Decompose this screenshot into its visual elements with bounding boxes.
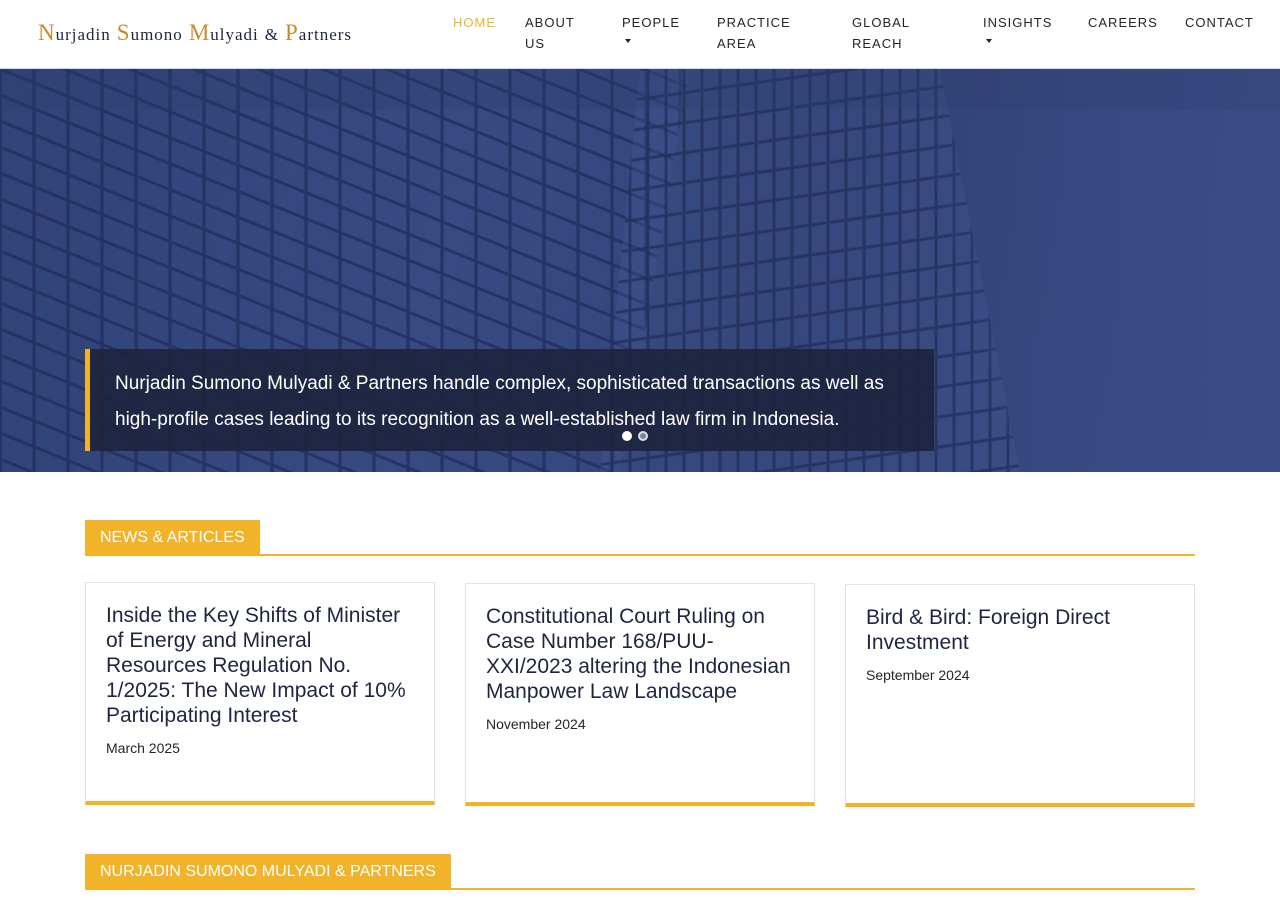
nav-global-reach[interactable]: GLOBAL REACH [852,12,910,54]
news-section-title: NEWS & ARTICLES [85,520,260,554]
article-date: November 2024 [486,716,586,732]
article-title[interactable]: Inside the Key Shifts of Minister of Ene… [106,603,414,728]
article-date: March 2025 [106,740,180,756]
hero-caption: Nurjadin Sumono Mulyadi & Partners handl… [85,349,934,451]
site-header: Nurjadin Sumono Mulyadi & Partners HOME … [0,0,1280,69]
hero-caption-line: high-profile cases leading to its recogn… [115,409,840,430]
news-section-header: NEWS & ARTICLES [85,520,1195,556]
hero-caption-line: Nurjadin Sumono Mulyadi & Partners handl… [115,373,884,394]
article-card[interactable]: Inside the Key Shifts of Minister of Ene… [85,582,435,805]
article-card[interactable]: Constitutional Court Ruling on Case Numb… [465,583,815,806]
firm-logo[interactable]: Nurjadin Sumono Mulyadi & Partners [38,20,358,48]
logo-word: Partners [285,20,353,45]
article-title[interactable]: Constitutional Court Ruling on Case Numb… [486,604,794,704]
logo-word: Mulyadi [188,20,259,45]
firm-section-header: NURJADIN SUMONO MULYADI & PARTNERS [85,854,1195,890]
hero-carousel: Nurjadin Sumono Mulyadi & Partners handl… [0,69,1280,472]
logo-word: & [264,25,279,44]
nav-insights[interactable]: INSIGHTS [983,12,1052,43]
carousel-indicators [622,431,648,441]
logo-word: Sumono [116,20,183,45]
carousel-dot-2[interactable] [638,431,648,441]
article-card[interactable]: Bird & Bird: Foreign Direct Investment S… [845,584,1195,807]
nav-practice-area[interactable]: PRACTICE AREA [717,12,791,54]
chevron-down-icon [625,39,631,43]
nav-about-us[interactable]: ABOUT US [525,12,575,54]
nav-people[interactable]: PEOPLE [622,12,680,43]
nav-careers[interactable]: CAREERS [1088,12,1158,33]
article-date: September 2024 [866,667,970,683]
chevron-down-icon [986,39,992,43]
firm-section-title: NURJADIN SUMONO MULYADI & PARTNERS [85,854,451,888]
logo-word: Nurjadin [38,20,111,45]
carousel-dot-1[interactable] [622,431,632,441]
article-title[interactable]: Bird & Bird: Foreign Direct Investment [866,605,1174,655]
nav-contact[interactable]: CONTACT [1185,12,1254,33]
nav-home[interactable]: HOME [453,12,496,33]
